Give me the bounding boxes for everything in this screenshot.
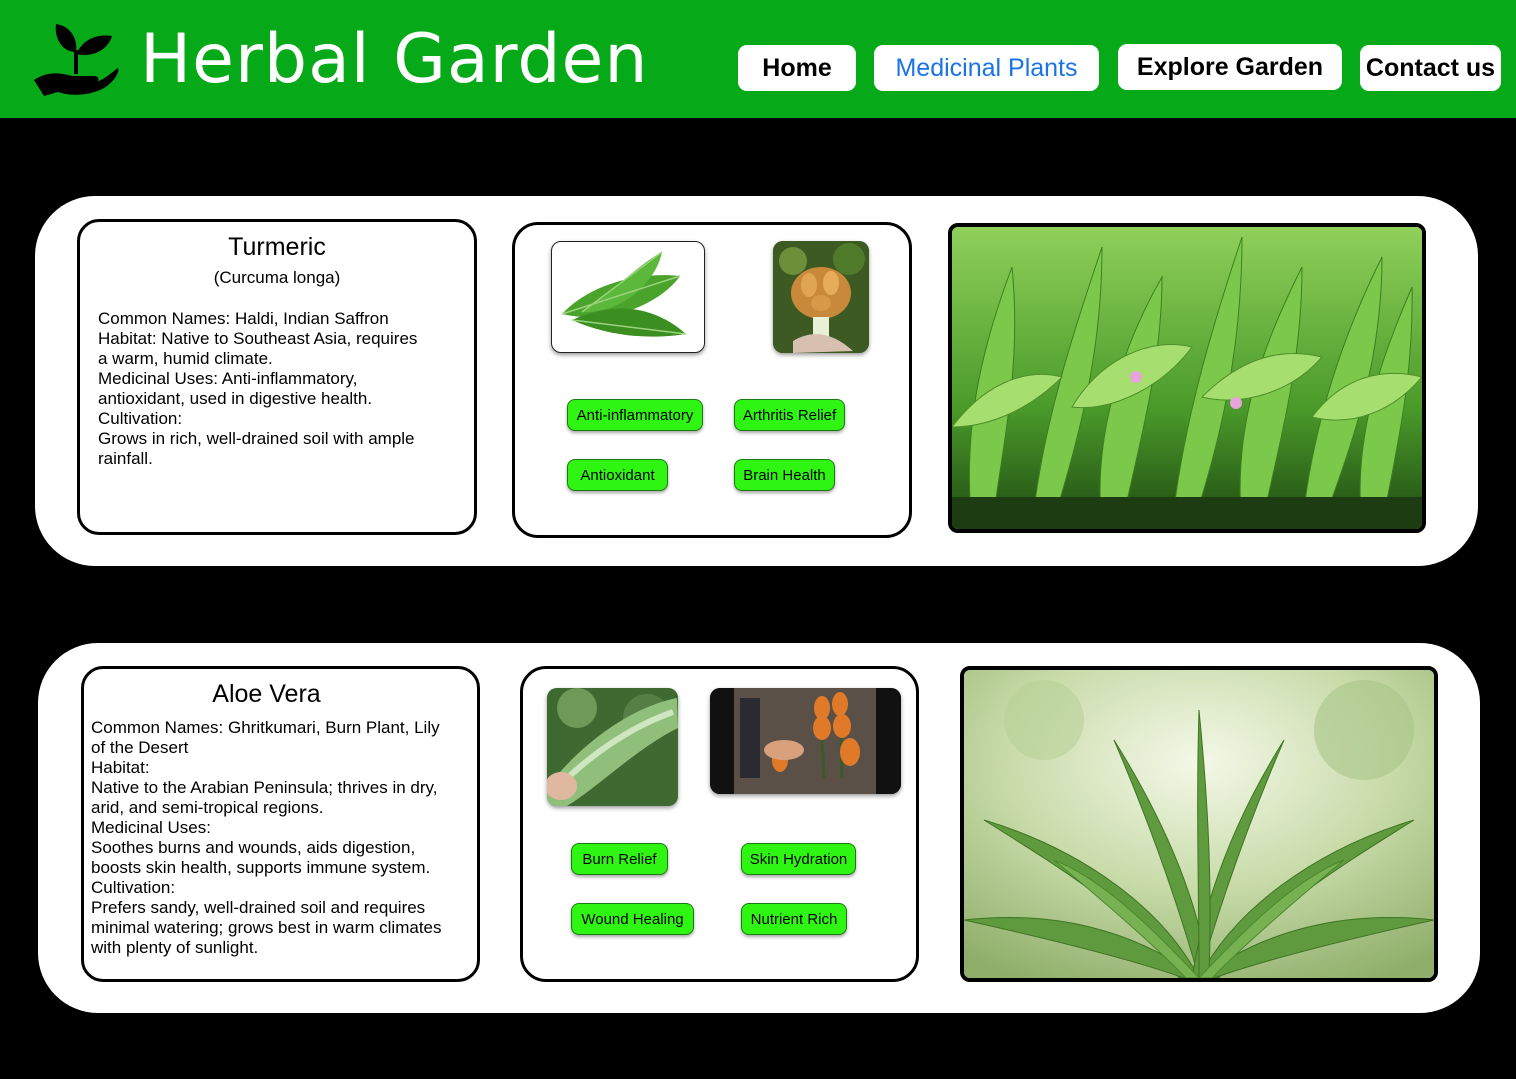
tag-nutrient-rich[interactable]: Nutrient Rich (741, 903, 847, 935)
turmeric-root-image (773, 241, 869, 353)
plant-card-aloe-vera: Aloe Vera Common Names: Ghritkumari, Bur… (38, 643, 1480, 1013)
plant-card-turmeric: Turmeric (Curcuma longa) Common Names: H… (35, 196, 1478, 566)
nav-home-button[interactable]: Home (738, 45, 856, 91)
nav-medicinal-plants-button[interactable]: Medicinal Plants (874, 45, 1099, 91)
plant-name: Turmeric (228, 233, 326, 261)
tag-burn-relief[interactable]: Burn Relief (571, 843, 668, 875)
app-title: Herbal Garden (140, 20, 649, 99)
tag-arthritis-relief[interactable]: Arthritis Relief (734, 399, 845, 431)
top-header: Herbal Garden Home Medicinal Plants Expl… (0, 0, 1516, 118)
aloe-flower-image (710, 688, 901, 794)
turmeric-plant-photo (948, 223, 1426, 533)
plant-in-hand-icon[interactable] (32, 20, 120, 98)
aloe-gel-image (547, 688, 678, 806)
aloe-vera-plant-photo (960, 666, 1438, 982)
turmeric-leaf-image (551, 241, 705, 353)
tag-anti-inflammatory[interactable]: Anti-inflammatory (567, 399, 703, 431)
plant-name: Aloe Vera (212, 680, 321, 708)
plant-info-box: Turmeric (Curcuma longa) Common Names: H… (77, 219, 477, 535)
tag-skin-hydration[interactable]: Skin Hydration (741, 843, 856, 875)
nav-contact-us-button[interactable]: Contact us (1360, 45, 1501, 91)
plant-benefits-box: Anti-inflammatory Arthritis Relief Antio… (512, 222, 912, 538)
plant-scientific-name: (Curcuma longa) (213, 268, 341, 287)
tag-wound-healing[interactable]: Wound Healing (571, 903, 694, 935)
plant-info-box: Aloe Vera Common Names: Ghritkumari, Bur… (81, 666, 480, 982)
plant-description: Common Names: Haldi, Indian Saffron Habi… (98, 309, 418, 468)
plant-benefits-box: Burn Relief Skin Hydration Wound Healing… (520, 666, 919, 982)
tag-brain-health[interactable]: Brain Health (734, 459, 835, 491)
plant-description: Common Names: Ghritkumari, Burn Plant, L… (91, 718, 442, 957)
nav-explore-garden-button[interactable]: Explore Garden (1118, 44, 1342, 90)
tag-antioxidant[interactable]: Antioxidant (567, 459, 668, 491)
